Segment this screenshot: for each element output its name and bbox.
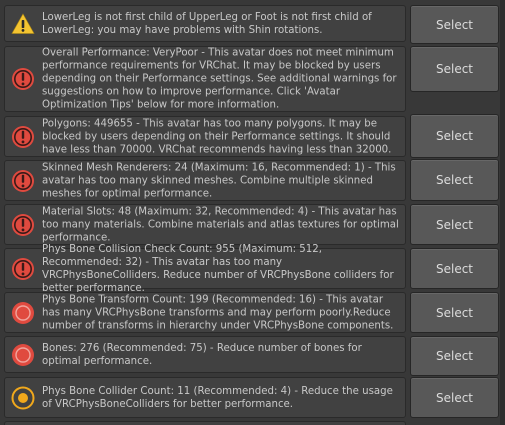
select-button[interactable]: Select (410, 5, 499, 44)
warning-triangle-icon (11, 12, 35, 36)
message-text: Bones: 276 (Recommended: 75) - Reduce nu… (42, 342, 362, 367)
help-box: Polygons: 449655 - This avatar has too m… (4, 116, 406, 157)
help-box: Material Slots: 48 (Maximum: 32, Recomme… (4, 204, 406, 245)
error-exclamation-icon (11, 169, 35, 193)
error-exclamation-icon (11, 213, 35, 237)
next-message-partial (4, 421, 406, 425)
select-button[interactable]: Select (410, 292, 499, 333)
select-button[interactable]: Select (410, 204, 499, 245)
select-button[interactable]: Select (410, 248, 499, 289)
validation-panel: LowerLeg is not first child of UpperLeg … (0, 0, 505, 425)
scrollbar[interactable] (500, 0, 505, 425)
help-box: Overall Performance: VeryPoor - This ava… (4, 46, 406, 112)
message-text: Phys Bone Transform Count: 199 (Recommen… (42, 294, 394, 331)
message-text: Material Slots: 48 (Maximum: 32, Recomme… (42, 206, 399, 243)
message-row: Polygons: 449655 - This avatar has too m… (4, 114, 499, 158)
message-text: Phys Bone Collider Count: 11 (Recommende… (42, 385, 393, 410)
help-box: Phys Bone Transform Count: 199 (Recommen… (4, 292, 406, 333)
red-circle-icon (11, 301, 35, 325)
message-row: Material Slots: 48 (Maximum: 32, Recomme… (4, 204, 499, 245)
message-text: Overall Performance: VeryPoor - This ava… (42, 47, 397, 111)
help-box: Phys Bone Collider Count: 11 (Recommende… (4, 377, 406, 418)
select-button[interactable]: Select (410, 159, 499, 201)
orange-ring-icon (11, 386, 35, 410)
select-button[interactable]: Select (410, 114, 499, 158)
select-button[interactable]: Select (410, 46, 499, 92)
message-row: LowerLeg is not first child of UpperLeg … (4, 5, 499, 44)
message-text: LowerLeg is not first child of UpperLeg … (42, 11, 372, 36)
message-row: Phys Bone Transform Count: 199 (Recommen… (4, 292, 499, 333)
help-box: LowerLeg is not first child of UpperLeg … (4, 5, 406, 42)
select-button[interactable]: Select (410, 377, 499, 418)
error-exclamation-icon (11, 125, 35, 149)
red-circle-icon (11, 343, 35, 367)
message-row: Skinned Mesh Renderers: 24 (Maximum: 16,… (4, 159, 499, 201)
message-text: Skinned Mesh Renderers: 24 (Maximum: 16,… (42, 162, 396, 199)
message-row: Overall Performance: VeryPoor - This ava… (4, 46, 499, 112)
message-row: Phys Bone Collision Check Count: 955 (Ma… (4, 244, 499, 294)
select-button[interactable]: Select (410, 336, 499, 376)
error-exclamation-icon (11, 67, 35, 91)
message-text: Polygons: 449655 - This avatar has too m… (42, 118, 392, 155)
message-text: Phys Bone Collision Check Count: 955 (Ma… (42, 243, 394, 294)
help-box: Phys Bone Collision Check Count: 955 (Ma… (4, 244, 406, 294)
message-row: Bones: 276 (Recommended: 75) - Reduce nu… (4, 336, 499, 376)
help-box: Skinned Mesh Renderers: 24 (Maximum: 16,… (4, 160, 406, 201)
message-row: Phys Bone Collider Count: 11 (Recommende… (4, 377, 499, 418)
help-box: Bones: 276 (Recommended: 75) - Reduce nu… (4, 336, 406, 373)
error-exclamation-icon (11, 257, 35, 281)
